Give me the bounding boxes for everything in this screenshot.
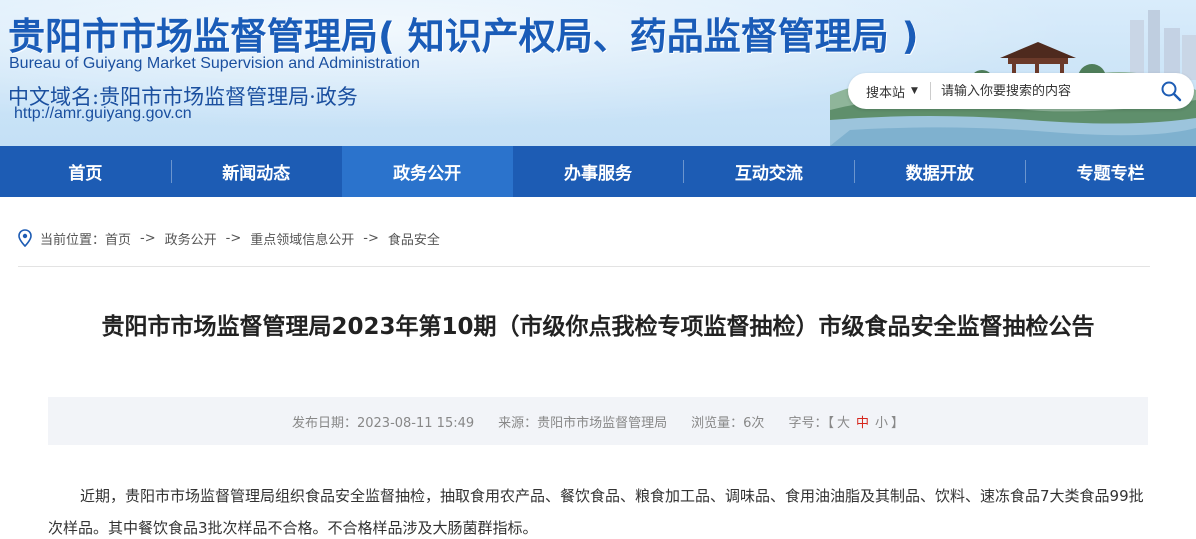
chevron-down-icon: ▼ (911, 86, 918, 96)
header-banner: 贵阳市市场监督管理局( 知识产权局、药品监督管理局 ) Bureau of Gu… (0, 0, 1196, 146)
site-title: 贵阳市市场监督管理局( 知识产权局、药品监督管理局 ) (8, 15, 919, 58)
nav-item-special-topics[interactable]: 专题专栏 (1025, 146, 1196, 197)
font-size-small-button[interactable]: 小 (875, 412, 888, 431)
breadcrumb: 当前位置： 首页 -> 政务公开 -> 重点领域信息公开 -> 食品安全 (18, 228, 440, 248)
breadcrumb-prefix: 当前位置： (40, 232, 106, 248)
publish-date: 发布日期：2023-08-11 15:49 (291, 415, 475, 431)
font-size-control: 字号：【 大 中 小 】 (788, 412, 904, 431)
site-url: http://amr.guiyang.gov.cn (14, 105, 192, 122)
nav-item-news[interactable]: 新闻动态 (170, 146, 342, 197)
breadcrumb-separator: -> (225, 230, 242, 246)
nav-item-open-data[interactable]: 数据开放 (854, 146, 1025, 197)
breadcrumb-home[interactable]: 首页 (105, 229, 131, 248)
site-title-english: Bureau of Guiyang Market Supervision and… (9, 55, 420, 72)
search-divider (930, 82, 931, 100)
nav-item-government-affairs[interactable]: 政务公开 (341, 146, 513, 197)
view-count: 浏览量：6次 (691, 415, 765, 431)
breadcrumb-divider (18, 266, 1150, 267)
main-nav: 首页 新闻动态 政务公开 办事服务 互动交流 数据开放 专题专栏 (0, 146, 1196, 197)
article-source: 来源：贵阳市市场监督管理局 (498, 415, 668, 431)
breadcrumb-key-areas[interactable]: 重点领域信息公开 (250, 229, 354, 248)
breadcrumb-separator: -> (140, 230, 156, 246)
location-pin-icon (18, 229, 32, 247)
font-size-close-bracket: 】 (891, 415, 905, 431)
article-meta-bar: 发布日期：2023-08-11 15:49 来源：贵阳市市场监督管理局 浏览量：… (48, 397, 1148, 445)
nav-item-services[interactable]: 办事服务 (513, 146, 684, 197)
search-icon[interactable] (1160, 80, 1182, 102)
nav-item-interaction[interactable]: 互动交流 (683, 146, 854, 197)
breadcrumb-government-affairs[interactable]: 政务公开 (165, 229, 217, 248)
breadcrumb-food-safety[interactable]: 食品安全 (388, 229, 440, 248)
search-scope-select[interactable]: 搜本站 ▼ (848, 82, 926, 101)
search-box: 搜本站 ▼ (848, 73, 1194, 109)
font-size-medium-button[interactable]: 中 (856, 412, 869, 431)
article-body: 近期，贵阳市市场监督管理局组织食品安全监督抽检，抽取食用农产品、餐饮食品、粮食加… (48, 487, 1144, 537)
font-size-label: 字号：【 (788, 415, 834, 431)
nav-item-home[interactable]: 首页 (0, 146, 171, 197)
search-input[interactable] (941, 83, 1141, 99)
breadcrumb-separator: -> (363, 230, 379, 246)
font-size-large-button[interactable]: 大 (837, 412, 850, 431)
search-scope-label: 搜本站 (866, 85, 906, 101)
article-title: 贵阳市市场监督管理局2023年第10期（市级你点我检专项监督抽检）市级食品安全监… (101, 314, 1095, 340)
